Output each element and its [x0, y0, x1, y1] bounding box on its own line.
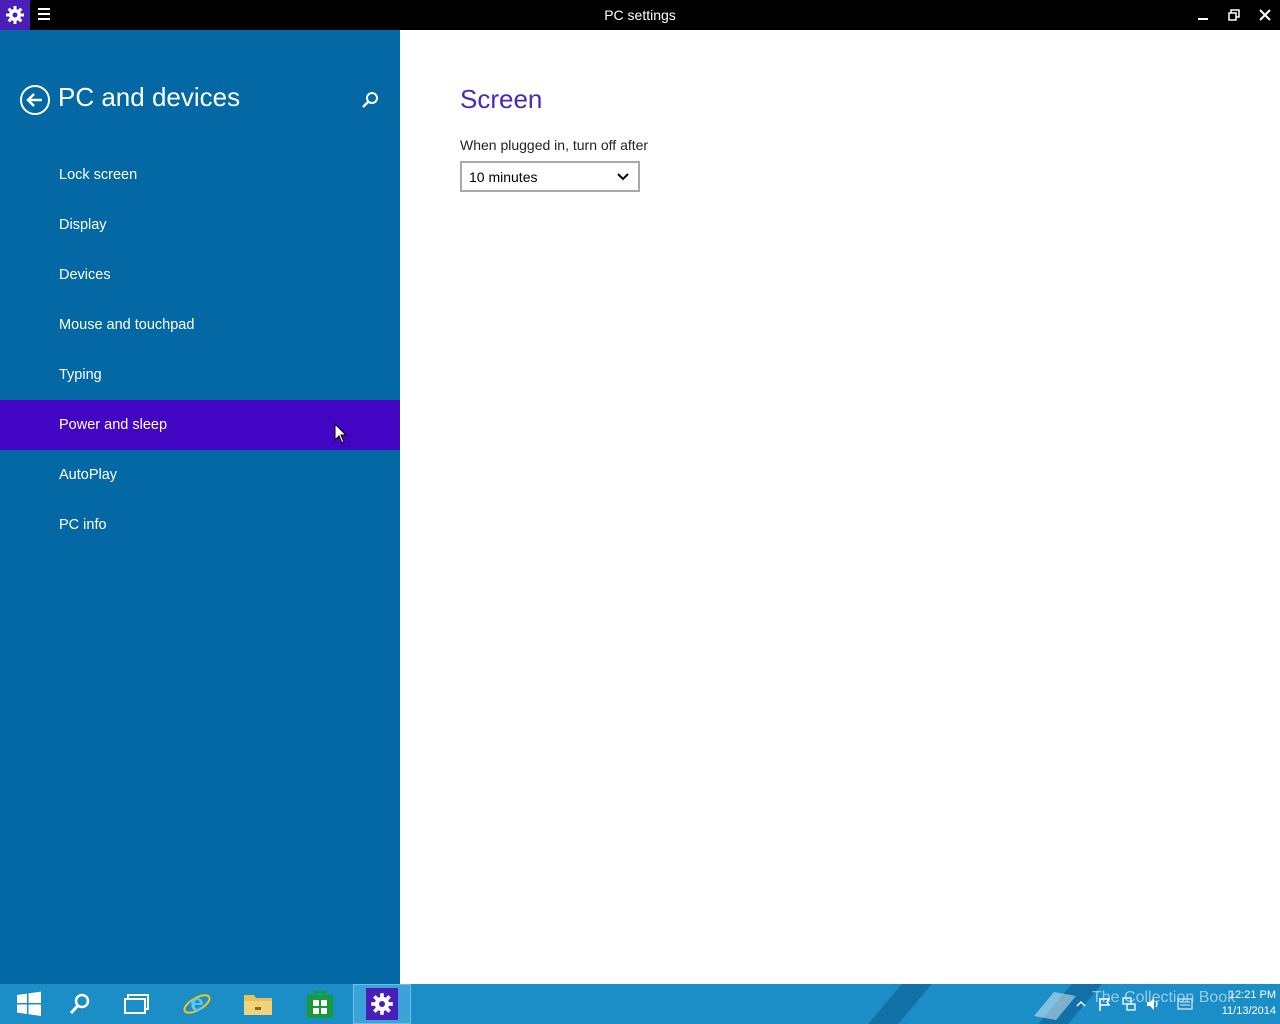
show-hidden-icons-icon[interactable]	[1073, 996, 1089, 1012]
clock-date: 11/13/2014	[1221, 1005, 1276, 1017]
sidebar-nav: Lock screen Display Devices Mouse and to…	[0, 150, 400, 550]
action-center-flag-icon[interactable]	[1097, 996, 1113, 1012]
window-title: PC settings	[604, 7, 676, 23]
svg-text:e: e	[190, 990, 203, 1017]
taskbar: e The Collection Book 12:21 PM 11/13/201…	[0, 984, 1280, 1024]
select-value: 10 minutes	[469, 168, 538, 185]
sidebar-item-display[interactable]: Display	[0, 200, 400, 250]
decorative-stripe	[868, 984, 932, 1024]
close-icon	[1259, 9, 1271, 21]
sidebar-title: PC and devices	[58, 82, 241, 112]
network-icon[interactable]	[1121, 996, 1137, 1012]
section-title: Screen	[460, 84, 543, 114]
settings-taskbar-button[interactable]	[353, 984, 411, 1024]
minimize-button[interactable]	[1187, 0, 1219, 30]
restore-button[interactable]	[1218, 0, 1250, 30]
sidebar-item-autoplay[interactable]: AutoPlay	[0, 450, 400, 500]
store-button[interactable]	[291, 984, 349, 1024]
clock-time: 12:21 PM	[1228, 989, 1276, 1001]
sidebar: PC and devices Lock screen Display Devic…	[0, 30, 400, 984]
settings-icon	[371, 993, 393, 1015]
screen-timeout-select[interactable]: 10 minutes	[460, 161, 640, 192]
keyboard-icon[interactable]	[1177, 996, 1193, 1012]
volume-icon[interactable]	[1145, 996, 1161, 1012]
file-explorer-button[interactable]	[229, 984, 287, 1024]
mouse-cursor	[334, 422, 348, 445]
settings-tile	[366, 988, 398, 1020]
close-button[interactable]	[1249, 0, 1280, 30]
minimize-icon	[1198, 18, 1208, 20]
task-view-icon	[124, 994, 149, 1014]
start-icon	[17, 991, 41, 1016]
internet-explorer-button[interactable]: e	[168, 984, 226, 1024]
screen-timeout-label: When plugged in, turn off after	[460, 137, 649, 153]
restore-icon	[1228, 9, 1240, 21]
cursor-arrow-icon	[334, 422, 348, 444]
system-clock[interactable]: 12:21 PM 11/13/2014	[1196, 987, 1276, 1019]
main-content: Screen When plugged in, turn off after 1…	[400, 30, 1280, 984]
search-icon	[362, 92, 378, 108]
sidebar-item-pc-info[interactable]: PC info	[0, 500, 400, 550]
internet-explorer-icon: e	[183, 990, 211, 1017]
taskbar-search-button[interactable]	[51, 984, 109, 1024]
back-arrow-icon	[20, 85, 50, 115]
search-button[interactable]	[360, 90, 380, 110]
start-button[interactable]	[0, 984, 58, 1024]
sidebar-item-typing[interactable]: Typing	[0, 350, 400, 400]
sidebar-item-devices[interactable]: Devices	[0, 250, 400, 300]
title-bar: PC settings	[0, 0, 1280, 30]
search-icon	[69, 993, 90, 1015]
store-icon	[307, 990, 333, 1018]
file-explorer-icon	[244, 995, 272, 1015]
sidebar-item-lock-screen[interactable]: Lock screen	[0, 150, 400, 200]
back-button[interactable]	[19, 84, 51, 116]
chevron-down-icon	[617, 173, 629, 181]
sidebar-item-mouse-and-touchpad[interactable]: Mouse and touchpad	[0, 300, 400, 350]
task-view-button[interactable]	[108, 984, 166, 1024]
